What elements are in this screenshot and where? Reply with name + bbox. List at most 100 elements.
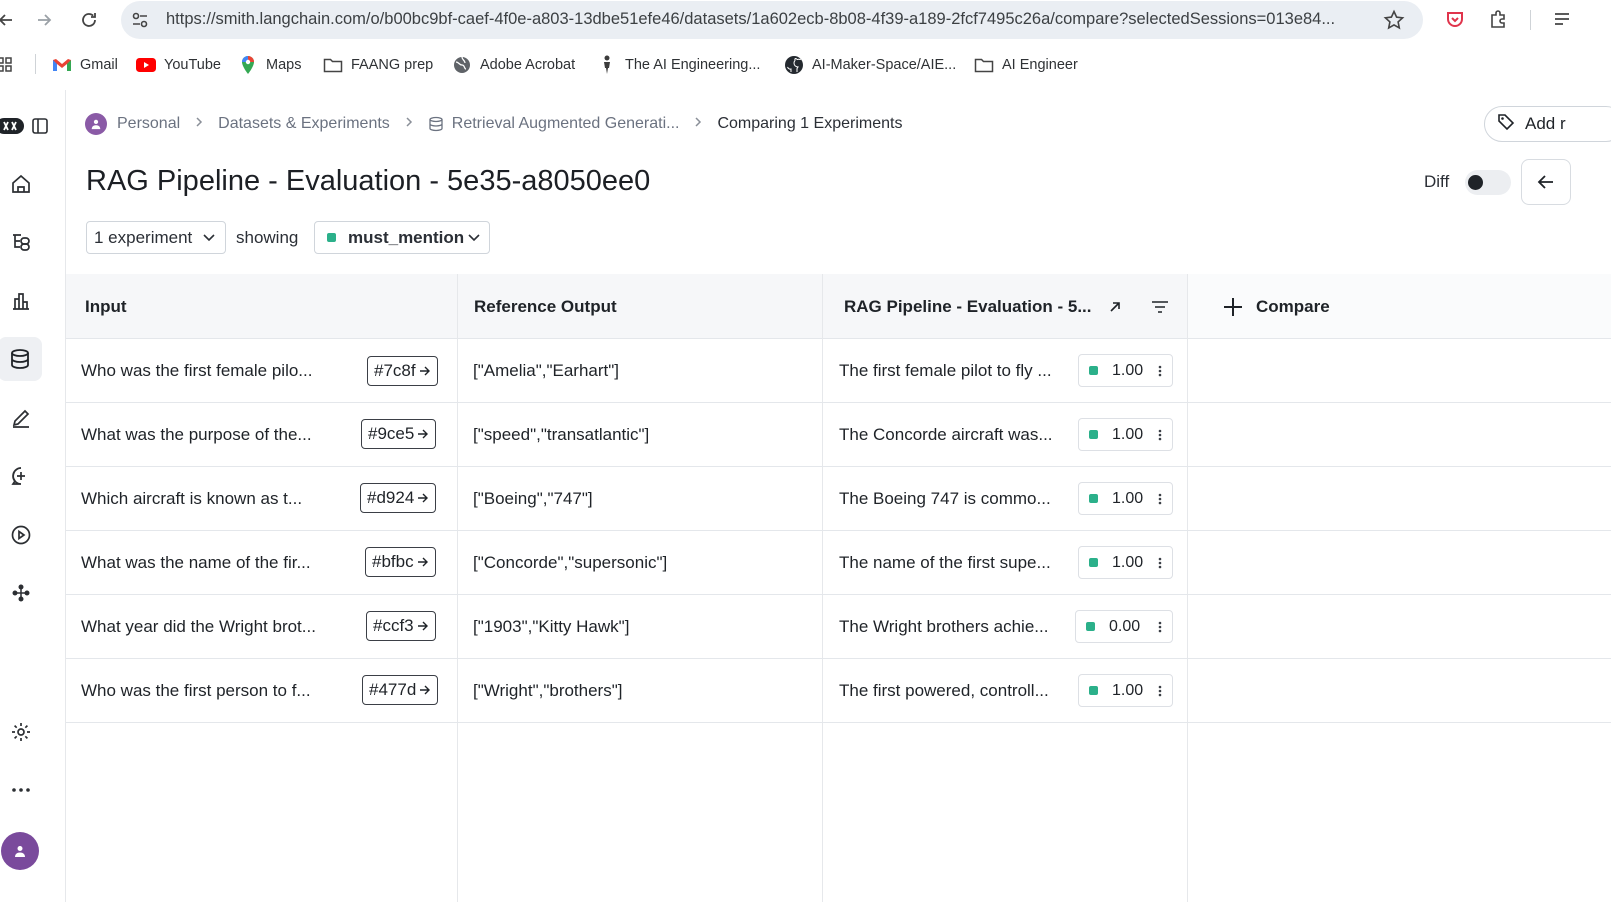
add-to-annotation-queue-button[interactable]: Add r <box>1484 106 1611 142</box>
page-title: RAG Pipeline - Evaluation - 5e35-a8050ee… <box>86 165 651 197</box>
metric-color-dot <box>327 233 336 242</box>
youtube-icon <box>136 55 156 75</box>
projects-tracing-icon[interactable] <box>5 226 37 258</box>
bookmarks-bar: Gmail YouTube Maps FAANG prep Adobe Acro… <box>0 48 1611 81</box>
breadcrumb-personal[interactable]: Personal <box>117 115 180 133</box>
arrow-left-icon <box>1537 175 1553 189</box>
maps-pin-icon <box>238 55 258 75</box>
apps-grid-icon[interactable] <box>0 54 14 76</box>
reload-icon[interactable] <box>77 8 101 32</box>
kebab-menu-icon[interactable] <box>1158 684 1162 698</box>
langsmith-logo-icon[interactable] <box>0 110 26 142</box>
bookmark-gmail[interactable]: Gmail <box>52 54 118 76</box>
bookmark-ai-engineer[interactable]: AI Engineer <box>974 54 1078 76</box>
kebab-menu-icon[interactable] <box>1158 428 1162 442</box>
row-experiment-output[interactable]: The Concorde aircraft was... <box>839 403 1053 466</box>
plus-icon <box>1224 297 1242 316</box>
feedback-score-chip[interactable]: 1.00 <box>1078 418 1173 451</box>
bookmark-star-icon[interactable] <box>1383 9 1405 31</box>
experiment-count-select[interactable]: 1 experiment <box>86 221 226 254</box>
breadcrumb-dataset[interactable]: Retrieval Augmented Generati... <box>452 115 680 133</box>
row-input: What was the purpose of the... <box>81 424 312 444</box>
arrow-right-icon <box>417 557 428 567</box>
forward-arrow-icon[interactable] <box>32 8 56 32</box>
kebab-menu-icon[interactable] <box>1158 556 1162 570</box>
sidebar-toggle-icon[interactable] <box>26 110 54 142</box>
table-row[interactable]: What was the purpose of the... #9ce5 ["s… <box>66 403 1611 467</box>
row-experiment-output[interactable]: The name of the first supe... <box>839 531 1051 594</box>
more-options-icon[interactable] <box>5 774 37 806</box>
table-row[interactable]: What was the name of the fir... #bfbc ["… <box>66 531 1611 595</box>
kebab-menu-icon[interactable] <box>1158 364 1162 378</box>
chevron-right-icon <box>194 115 204 133</box>
row-id-button[interactable]: #7c8f <box>367 356 438 386</box>
row-input: What was the name of the fir... <box>81 552 311 572</box>
row-id-button[interactable]: #d924 <box>360 483 437 513</box>
bookmark-youtube[interactable]: YouTube <box>136 54 221 76</box>
compare-button[interactable]: Compare <box>1222 274 1330 339</box>
feedback-score-chip[interactable]: 0.00 <box>1075 610 1173 643</box>
workspace-avatar <box>85 113 107 135</box>
row-reference-output: ["Wright","brothers"] <box>473 680 623 700</box>
chevron-right-icon <box>693 115 703 133</box>
row-id-button[interactable]: #477d <box>362 675 439 705</box>
row-input: Who was the first person to f... <box>81 680 311 700</box>
arrow-right-icon <box>418 429 429 439</box>
table-row[interactable]: Who was the first female pilo... #7c8f [… <box>66 339 1611 403</box>
bookmark-adobe-acrobat[interactable]: Adobe Acrobat <box>452 54 575 76</box>
row-reference-output: ["1903","Kitty Hawk"] <box>473 616 630 636</box>
prompts-chat-icon[interactable] <box>5 460 37 492</box>
site-settings-icon[interactable] <box>130 10 150 30</box>
row-reference-output: ["speed","transatlantic"] <box>473 424 650 444</box>
extensions-puzzle-icon[interactable] <box>1488 8 1512 32</box>
score-dot <box>1089 558 1098 567</box>
open-experiment-arrow-icon[interactable] <box>1108 274 1122 339</box>
app-sidebar <box>0 90 66 902</box>
datasets-database-icon[interactable] <box>0 337 42 381</box>
deployments-nodes-icon[interactable] <box>5 577 37 609</box>
breadcrumb-datasets[interactable]: Datasets & Experiments <box>218 115 390 133</box>
row-id-button[interactable]: #9ce5 <box>361 419 437 449</box>
kebab-menu-icon[interactable] <box>1158 620 1162 634</box>
feedback-score-chip[interactable]: 1.00 <box>1078 482 1173 515</box>
row-experiment-output[interactable]: The first powered, controll... <box>839 659 1049 722</box>
row-reference-output: ["Amelia","Earhart"] <box>473 360 620 380</box>
row-experiment-output[interactable]: The first female pilot to fly ... <box>839 339 1052 402</box>
reading-list-icon[interactable] <box>1552 8 1576 32</box>
column-filter-icon[interactable] <box>1151 274 1169 339</box>
table-row[interactable]: Who was the first person to f... #477d [… <box>66 659 1611 723</box>
user-avatar[interactable] <box>1 832 39 870</box>
collapse-back-button[interactable] <box>1521 159 1571 205</box>
row-id-button[interactable]: #ccf3 <box>366 611 436 641</box>
table-row[interactable]: What year did the Wright brot... #ccf3 [… <box>66 595 1611 659</box>
metric-select[interactable]: must_mention <box>314 221 490 254</box>
bookmark-ai-engineering[interactable]: The AI Engineering... <box>597 54 760 76</box>
row-experiment-output[interactable]: The Wright brothers achie... <box>839 595 1048 658</box>
diff-toggle[interactable] <box>1465 170 1511 195</box>
kebab-menu-icon[interactable] <box>1158 492 1162 506</box>
annotation-pen-icon[interactable] <box>5 402 37 434</box>
playground-play-icon[interactable] <box>5 519 37 551</box>
bookmark-ai-maker-space[interactable]: AI-Maker-Space/AIE... <box>784 54 956 76</box>
toolbar-divider <box>1530 10 1531 30</box>
bookmark-faang-prep[interactable]: FAANG prep <box>323 54 433 76</box>
monitoring-chart-icon[interactable] <box>5 285 37 317</box>
folder-icon <box>974 55 994 75</box>
row-input: What year did the Wright brot... <box>81 616 316 636</box>
table-row[interactable]: Which aircraft is known as t... #d924 ["… <box>66 467 1611 531</box>
row-id-button[interactable]: #bfbc <box>365 547 436 577</box>
back-arrow-icon[interactable] <box>0 8 18 32</box>
url-text[interactable]: https://smith.langchain.com/o/b00bc9bf-c… <box>166 10 1371 29</box>
feedback-score-chip[interactable]: 1.00 <box>1078 354 1173 387</box>
breadcrumb: Personal Datasets & Experiments Retrieva… <box>85 112 902 136</box>
bookmarks-divider <box>35 54 36 74</box>
home-icon[interactable] <box>5 168 37 200</box>
feedback-score-chip[interactable]: 1.00 <box>1078 546 1173 579</box>
feedback-score-chip[interactable]: 1.00 <box>1078 674 1173 707</box>
address-bar[interactable]: https://smith.langchain.com/o/b00bc9bf-c… <box>121 1 1423 39</box>
column-header-experiment[interactable]: RAG Pipeline - Evaluation - 5... <box>844 274 1092 339</box>
row-experiment-output[interactable]: The Boeing 747 is commo... <box>839 467 1051 530</box>
bookmark-maps[interactable]: Maps <box>238 54 301 76</box>
settings-gear-icon[interactable] <box>5 716 37 748</box>
pocket-extension-icon[interactable] <box>1444 8 1468 32</box>
